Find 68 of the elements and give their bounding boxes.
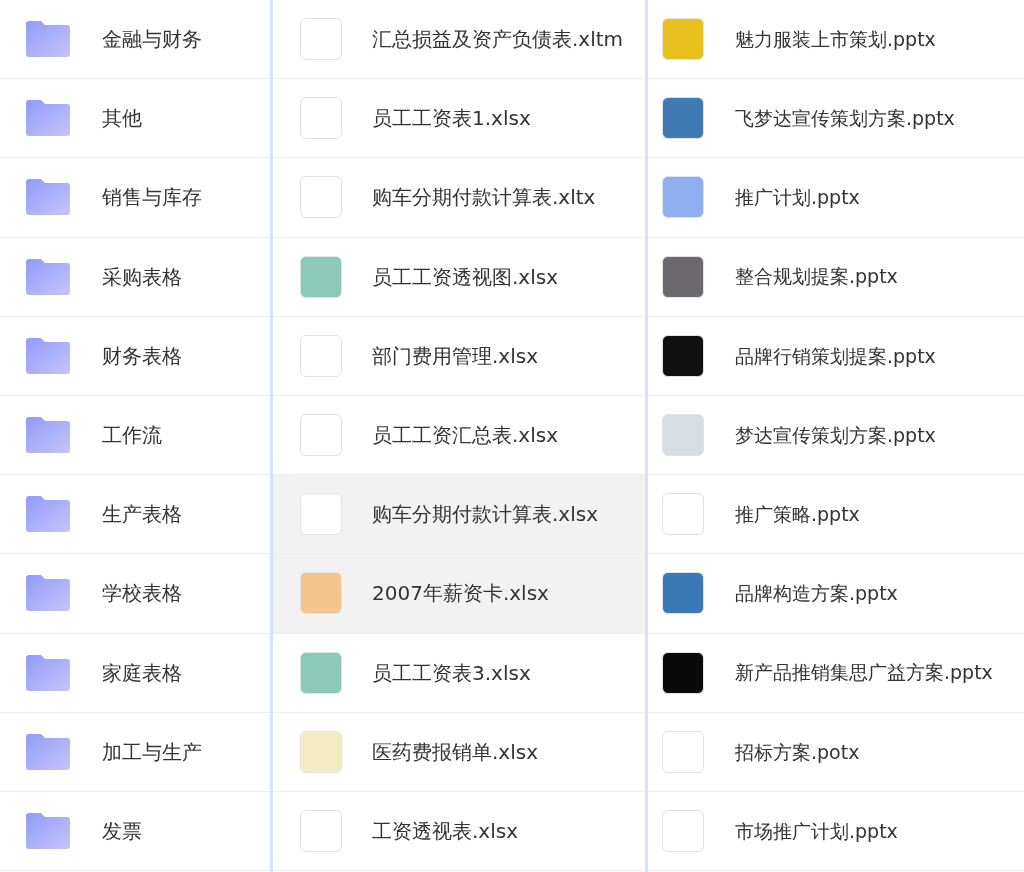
file-item[interactable]: 市场推广计划.pptx (648, 791, 1024, 872)
folder-icon (26, 575, 70, 612)
folder-item[interactable]: 家庭表格 (0, 633, 270, 713)
folder-name: 生产表格 (102, 501, 182, 529)
folder-icon (26, 337, 70, 374)
folder-icon (26, 258, 70, 295)
folder-icon (26, 812, 70, 849)
file-item[interactable]: 招标方案.potx (648, 712, 1024, 792)
folder-icon (26, 654, 70, 691)
folder-name: 其他 (102, 105, 142, 133)
folder-icon (26, 733, 70, 770)
file-name: 购车分期付款计算表.xltx (372, 184, 596, 212)
file-name: 飞梦达宣传策划方案.pptx (735, 106, 955, 132)
folder-item[interactable]: 加工与生产 (0, 712, 270, 792)
file-name: 员工工资透视图.xlsx (372, 263, 558, 291)
folder-name: 财务表格 (102, 342, 182, 370)
file-name: 医药费报销单.xlsx (372, 738, 538, 766)
file-name: 购车分期付款计算表.xlsx (372, 501, 598, 529)
file-name: 品牌构造方案.pptx (735, 581, 898, 607)
folder-item[interactable]: 采购表格 (0, 237, 270, 317)
folder-item[interactable]: 财务表格 (0, 316, 270, 396)
file-name: 部门费用管理.xlsx (372, 342, 538, 370)
file-name: 工资透视表.xlsx (372, 817, 518, 845)
file-name: 招标方案.potx (735, 739, 860, 765)
file-name: 汇总损益及资产负债表.xltm (372, 26, 624, 54)
file-item[interactable]: 整合规划提案.pptx (648, 237, 1024, 317)
folder-name: 加工与生产 (102, 738, 202, 766)
file-name: 推广计划.pptx (735, 185, 860, 211)
file-name: 员工工资表3.xlsx (372, 659, 531, 687)
file-item[interactable]: 品牌构造方案.pptx (648, 554, 1024, 634)
file-name: 魅力服装上市策划.pptx (735, 26, 936, 52)
file-item[interactable]: 推广计划.pptx (648, 158, 1024, 238)
file-item[interactable]: 推广策略.pptx (648, 475, 1024, 555)
file-name: 品牌行销策划提案.pptx (735, 343, 936, 369)
file-name: 推广策略.pptx (735, 501, 860, 527)
folder-item[interactable]: 生产表格 (0, 475, 270, 555)
file-name: 梦达宣传策划方案.pptx (735, 422, 936, 448)
file-item[interactable]: 品牌行销策划提案.pptx (648, 316, 1024, 396)
file-name: 员工工资表1.xlsx (372, 105, 531, 133)
folder-icon (26, 417, 70, 454)
file-item[interactable]: 购车分期付款计算表.xlsx (273, 475, 645, 555)
folder-name: 学校表格 (102, 580, 182, 608)
file-item[interactable]: 飞梦达宣传策划方案.pptx (648, 79, 1024, 159)
folder-item[interactable]: 学校表格 (0, 554, 270, 634)
folder-name: 工作流 (102, 422, 162, 450)
file-item[interactable]: 梦达宣传策划方案.pptx (648, 395, 1024, 476)
file-item[interactable]: 新产品推销集思广益方案.pptx (648, 633, 1024, 713)
folder-icon (26, 496, 70, 533)
folder-name: 家庭表格 (102, 659, 182, 687)
folder-icon (26, 100, 70, 137)
file-item[interactable]: 魅力服装上市策划.pptx (648, 0, 1024, 80)
folder-item[interactable]: 其他 (0, 79, 270, 159)
file-name: 员工工资汇总表.xlsx (372, 422, 558, 450)
file-name: 市场推广计划.pptx (735, 818, 898, 844)
folder-name: 采购表格 (102, 263, 182, 291)
folder-name: 金融与财务 (102, 26, 202, 54)
file-item[interactable]: 2007年薪资卡.xlsx (273, 554, 645, 634)
folder-icon (26, 21, 70, 58)
file-name: 新产品推销集思广益方案.pptx (735, 660, 993, 686)
folder-item[interactable]: 发票 (0, 791, 270, 872)
folder-name: 销售与库存 (102, 184, 202, 212)
folder-icon (26, 179, 70, 216)
folder-name: 发票 (102, 817, 142, 845)
file-name: 整合规划提案.pptx (735, 264, 898, 290)
folder-item[interactable]: 工作流 (0, 395, 270, 476)
file-name: 2007年薪资卡.xlsx (372, 580, 549, 608)
folder-item[interactable]: 销售与库存 (0, 158, 270, 238)
folder-item[interactable]: 金融与财务 (0, 0, 270, 80)
